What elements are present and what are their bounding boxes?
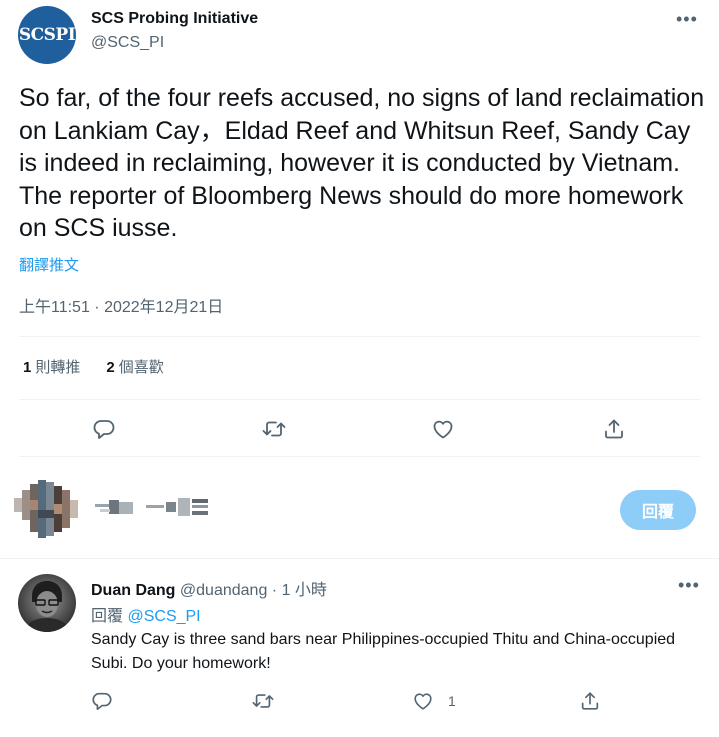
tweet-stats: 1 則轉推 2 個喜歡 [23, 356, 164, 377]
share-button[interactable] [602, 417, 626, 441]
retweets-stat[interactable]: 1 則轉推 [23, 356, 80, 377]
replying-to-label: 回覆 [91, 608, 124, 625]
reply-text: Sandy Cay is three sand bars near Philip… [91, 631, 676, 672]
reply-icon [93, 420, 115, 439]
retweet-button[interactable] [261, 417, 287, 441]
like-button[interactable] [431, 417, 455, 441]
divider [19, 399, 700, 400]
reply-like-count: 1 [448, 693, 456, 709]
reply-icon [92, 692, 112, 711]
likes-count: 2 [106, 359, 115, 376]
author-avatar[interactable]: SCSPI [18, 6, 76, 64]
replying-to-line: 回覆 @SCS_PI [91, 602, 201, 626]
reply-timestamp[interactable]: 1 小時 [282, 582, 327, 599]
retweets-count: 1 [23, 359, 32, 376]
reply-like-button[interactable]: 1 [412, 690, 456, 712]
tweet-timestamp[interactable]: 上午11:51 · 2022年12月21日 [19, 293, 223, 317]
current-user-avatar [14, 480, 78, 538]
reply-header: Duan Dang @duandang · 1 小時 [91, 576, 327, 600]
retweet-icon [262, 421, 286, 437]
translate-tweet-link[interactable]: 翻譯推文 [19, 254, 79, 275]
like-icon [433, 420, 453, 439]
more-options-icon[interactable]: ••• [676, 9, 698, 30]
person-photo-icon [24, 581, 70, 632]
reply-reply-button[interactable] [91, 690, 113, 712]
divider [0, 558, 719, 559]
reply-placeholder-blur [95, 500, 133, 514]
avatar-logo-text: SCSPI [18, 25, 76, 45]
author-handle[interactable]: @SCS_PI [91, 34, 164, 52]
reply-author-handle[interactable]: @duandang [180, 582, 267, 599]
reply-author-name[interactable]: Duan Dang [91, 582, 175, 599]
reply-author-avatar[interactable] [18, 574, 76, 632]
reply-retweet-button[interactable] [251, 690, 275, 712]
author-display-name[interactable]: SCS Probing Initiative [91, 10, 258, 28]
retweets-label: 則轉推 [35, 359, 81, 376]
reply-share-button[interactable] [579, 690, 601, 712]
share-icon [605, 419, 623, 439]
like-icon [414, 693, 432, 710]
reply-placeholder-blur [146, 498, 208, 516]
divider [19, 336, 700, 337]
reply-submit-button[interactable]: 回覆 [620, 490, 696, 530]
reply-button[interactable] [92, 417, 116, 441]
reply-meta-separator: · [271, 582, 278, 599]
retweet-icon [252, 694, 274, 708]
likes-stat[interactable]: 2 個喜歡 [106, 356, 163, 377]
reply-more-options-icon[interactable]: ••• [678, 575, 700, 596]
divider [19, 456, 700, 457]
share-icon [581, 692, 599, 710]
likes-label: 個喜歡 [118, 359, 164, 376]
replying-to-handle[interactable]: @SCS_PI [127, 608, 200, 625]
tweet-text: So far, of the four reefs accused, no si… [19, 84, 705, 242]
